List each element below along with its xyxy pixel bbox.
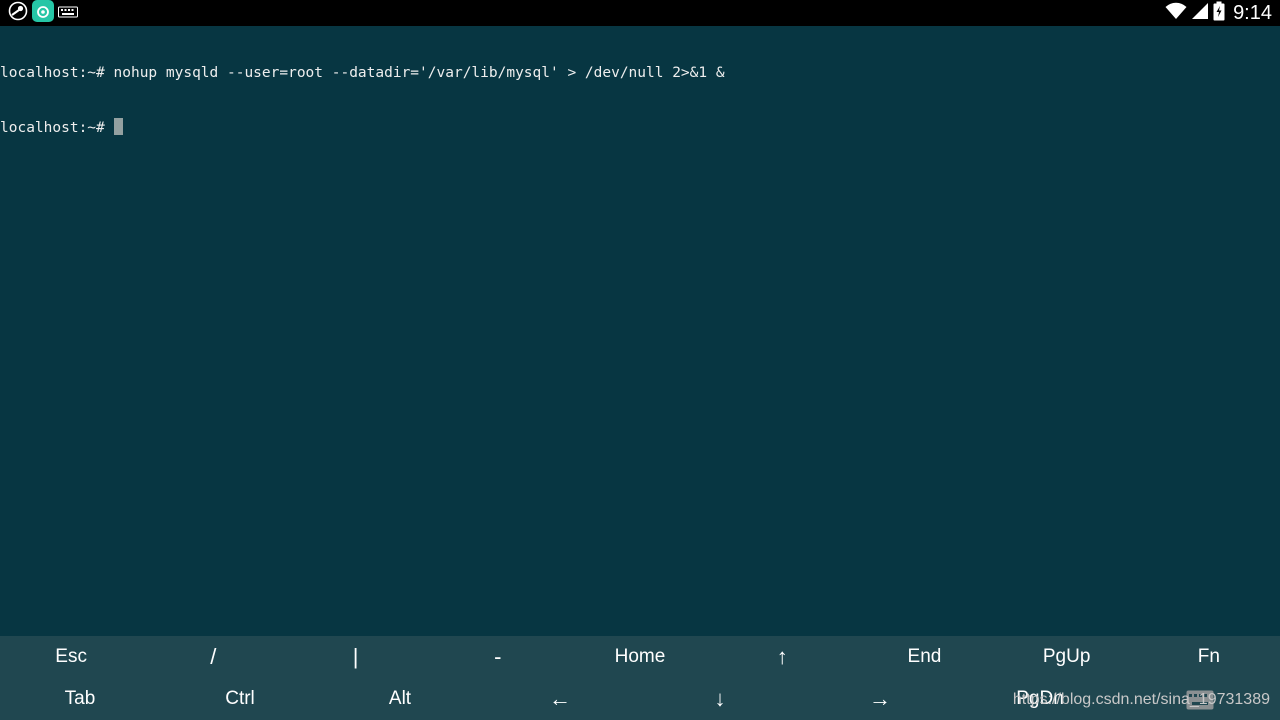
key-fn[interactable]: Fn (1138, 636, 1280, 678)
steam-icon (8, 1, 28, 25)
key-up-arrow[interactable]: ↑ (711, 636, 853, 678)
battery-icon (1213, 1, 1225, 25)
key-alt[interactable]: Alt (320, 678, 480, 720)
status-bar: 9:14 (0, 0, 1280, 26)
terminal-line: localhost:~# nohup mysqld --user=root --… (0, 64, 1280, 82)
key-esc[interactable]: Esc (0, 636, 142, 678)
key-left-arrow[interactable]: ← (480, 678, 640, 720)
key-pgup[interactable]: PgUp (996, 636, 1138, 678)
key-right-arrow[interactable]: → (800, 678, 960, 720)
key-slash[interactable]: / (142, 636, 284, 678)
text-cursor (113, 118, 123, 135)
wifi-icon (1165, 2, 1187, 24)
notification-icons (8, 0, 78, 26)
key-home[interactable]: Home (569, 636, 711, 678)
status-clock: 9:14 (1233, 1, 1272, 24)
terminal-line: localhost:~# (0, 118, 1280, 136)
shell-prompt: localhost:~# (0, 65, 114, 81)
watermark-url: https://blog.csdn.net/sina_19731389 (1012, 691, 1270, 708)
shell-prompt: localhost:~# (0, 120, 114, 136)
key-tab[interactable]: Tab (0, 678, 160, 720)
extra-keys-row-1: Esc / | - Home ↑ End PgUp Fn (0, 636, 1280, 678)
signal-icon (1191, 2, 1209, 24)
key-minus[interactable]: - (427, 636, 569, 678)
key-end[interactable]: End (853, 636, 995, 678)
app-store-icon (32, 0, 54, 26)
key-pipe[interactable]: | (284, 636, 426, 678)
key-down-arrow[interactable]: ↓ (640, 678, 800, 720)
terminal-output[interactable]: localhost:~# nohup mysqld --user=root --… (0, 26, 1280, 638)
system-indicators: 9:14 (1165, 0, 1272, 26)
keyboard-icon (58, 4, 78, 23)
shell-command: nohup mysqld --user=root --datadir='/var… (113, 65, 725, 81)
key-ctrl[interactable]: Ctrl (160, 678, 320, 720)
